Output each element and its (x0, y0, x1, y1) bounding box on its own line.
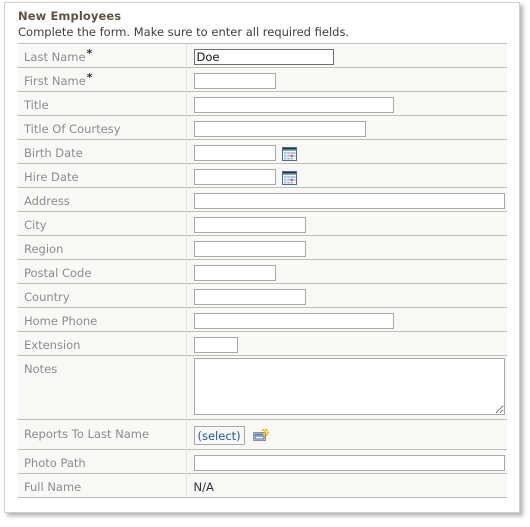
field-label-cell: First Name* (18, 67, 187, 92)
field-input-cell (186, 355, 507, 420)
form-row: Title Of Courtesy (18, 115, 507, 140)
form-row: Last Name* (18, 43, 507, 68)
field-input-cell (186, 43, 507, 68)
field-label-cell: Notes (18, 355, 187, 420)
field-input-cell: (select) (186, 419, 507, 450)
calendar-icon[interactable] (281, 146, 297, 161)
employee-form: Last Name* First Name* Title Title Of Court… (18, 43, 507, 498)
field-input-cell (186, 331, 507, 356)
address-input[interactable] (193, 192, 505, 209)
postal-code-input[interactable] (193, 264, 276, 281)
field-input-cell (186, 91, 507, 116)
form-body: Last Name* First Name* Title Title Of Court… (18, 43, 507, 498)
field-input-cell: N/A (186, 473, 507, 498)
field-input-cell (186, 211, 507, 236)
page-subtitle: Complete the form. Make sure to enter al… (18, 25, 350, 39)
field-input-cell (186, 307, 507, 332)
field-label-cell: Address (18, 187, 187, 212)
field-input-cell (186, 187, 507, 212)
field-label: First Name* (24, 71, 93, 88)
new-employees-panel: New Employees Complete the form. Make su… (4, 2, 520, 513)
field-label: Photo Path (24, 456, 86, 470)
home-phone-input[interactable] (193, 312, 394, 329)
field-label: Birth Date (24, 146, 83, 160)
form-row: First Name* (18, 67, 507, 92)
lookup-picker-icon[interactable] (252, 428, 269, 442)
field-label-cell: Extension (18, 331, 187, 356)
field-label-cell: Reports To Last Name (18, 419, 187, 450)
panel-header: New Employees Complete the form. Make su… (5, 3, 519, 40)
form-row: Title (18, 91, 507, 116)
form-row: Full Name N/A (18, 473, 507, 498)
field-label-cell: Home Phone (18, 307, 187, 332)
field-input-cell (186, 283, 507, 308)
required-marker: * (86, 47, 93, 60)
form-row: Hire Date (18, 163, 507, 188)
title-of-courtesy-input[interactable] (193, 120, 366, 137)
field-label-cell: City (18, 211, 187, 236)
reports-to-last-name-select-button[interactable]: (select) (193, 425, 245, 445)
required-marker: * (86, 71, 93, 84)
field-input-cell (186, 67, 507, 92)
page-title: New Employees (18, 9, 122, 23)
city-input[interactable] (193, 216, 306, 233)
field-label-cell: Photo Path (18, 449, 187, 474)
form-row: Country (18, 283, 507, 308)
field-input-cell (186, 115, 507, 140)
field-label: Home Phone (24, 314, 98, 328)
field-label: Reports To Last Name (24, 427, 150, 441)
field-label: Region (24, 242, 64, 256)
field-label: Full Name (24, 480, 82, 494)
form-row: Postal Code (18, 259, 507, 284)
field-label-cell: Title (18, 91, 187, 116)
field-label: Title (24, 98, 49, 112)
select-link-label: (select) (197, 428, 241, 443)
form-row: Extension (18, 331, 507, 356)
field-label-cell: Country (18, 283, 187, 308)
form-row: Region (18, 235, 507, 260)
field-label: City (24, 218, 47, 232)
field-label: Extension (24, 338, 81, 352)
field-input-cell (186, 449, 507, 474)
title-input[interactable] (193, 96, 394, 113)
field-input-cell (186, 139, 507, 164)
calendar-icon[interactable] (281, 170, 297, 185)
field-label-cell: Title Of Courtesy (18, 115, 187, 140)
form-page: New Employees Complete the form. Make su… (0, 0, 530, 527)
field-label: Last Name* (24, 47, 93, 64)
field-label: Postal Code (24, 266, 92, 280)
notes-textarea[interactable] (193, 358, 505, 415)
field-input-cell (186, 259, 507, 284)
form-row: Reports To Last Name (select) (18, 419, 507, 450)
birth-date-input[interactable] (193, 144, 276, 161)
field-label: Address (24, 194, 70, 208)
photo-path-input[interactable] (193, 454, 505, 471)
field-label-cell: Birth Date (18, 139, 187, 164)
field-label-cell: Full Name (18, 473, 187, 498)
field-input-cell (186, 163, 507, 188)
full-name-value: N/A (193, 480, 214, 494)
form-row: Address (18, 187, 507, 212)
field-input-cell (186, 235, 507, 260)
form-row: Home Phone (18, 307, 507, 332)
field-label: Hire Date (24, 170, 79, 184)
field-label-cell: Hire Date (18, 163, 187, 188)
field-label: Notes (24, 362, 58, 376)
extension-input[interactable] (193, 336, 238, 353)
region-input[interactable] (193, 240, 306, 257)
field-label: Country (24, 290, 70, 304)
form-row: Birth Date (18, 139, 507, 164)
form-row: Notes (18, 355, 507, 420)
first-name-input[interactable] (193, 72, 276, 89)
form-row: City (18, 211, 507, 236)
last-name-input[interactable] (193, 48, 334, 65)
form-row: Photo Path (18, 449, 507, 474)
country-input[interactable] (193, 288, 306, 305)
field-label-cell: Last Name* (18, 43, 187, 68)
field-label-cell: Postal Code (18, 259, 187, 284)
field-label-cell: Region (18, 235, 187, 260)
hire-date-input[interactable] (193, 168, 276, 185)
field-label: Title Of Courtesy (24, 122, 121, 136)
